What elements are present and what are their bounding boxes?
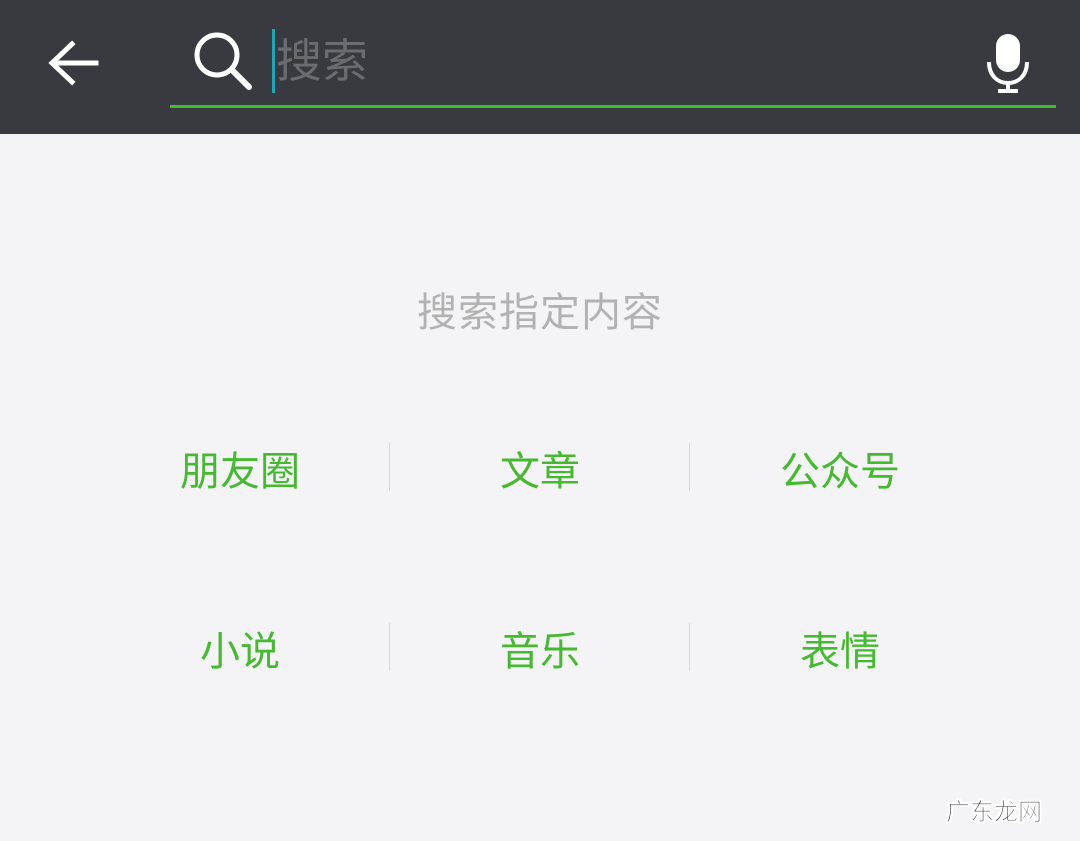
category-label: 音乐 bbox=[500, 629, 580, 675]
back-button[interactable] bbox=[40, 30, 106, 96]
search-bar bbox=[170, 20, 1056, 108]
category-official-accounts[interactable]: 公众号 bbox=[690, 443, 990, 495]
text-cursor bbox=[272, 29, 275, 93]
category-label: 小说 bbox=[200, 629, 280, 675]
category-row: 小说 音乐 表情 bbox=[90, 623, 990, 675]
category-label: 公众号 bbox=[780, 449, 900, 495]
category-stickers[interactable]: 表情 bbox=[690, 623, 990, 675]
category-articles[interactable]: 文章 bbox=[390, 443, 690, 495]
category-label: 表情 bbox=[800, 629, 880, 675]
category-row: 朋友圈 文章 公众号 bbox=[90, 443, 990, 495]
search-icon bbox=[194, 32, 252, 90]
search-hint: 搜索指定内容 bbox=[417, 290, 663, 336]
top-bar bbox=[0, 0, 1080, 134]
search-input[interactable] bbox=[276, 28, 966, 94]
category-moments[interactable]: 朋友圈 bbox=[90, 443, 390, 495]
watermark: 广东龙网 bbox=[946, 798, 1042, 826]
microphone-icon bbox=[987, 34, 1029, 93]
category-novels[interactable]: 小说 bbox=[90, 623, 390, 675]
arrow-left-icon bbox=[48, 40, 99, 86]
voice-search-button[interactable] bbox=[982, 30, 1034, 96]
category-label: 文章 bbox=[500, 449, 580, 495]
category-music[interactable]: 音乐 bbox=[390, 623, 690, 675]
category-label: 朋友圈 bbox=[180, 449, 300, 495]
